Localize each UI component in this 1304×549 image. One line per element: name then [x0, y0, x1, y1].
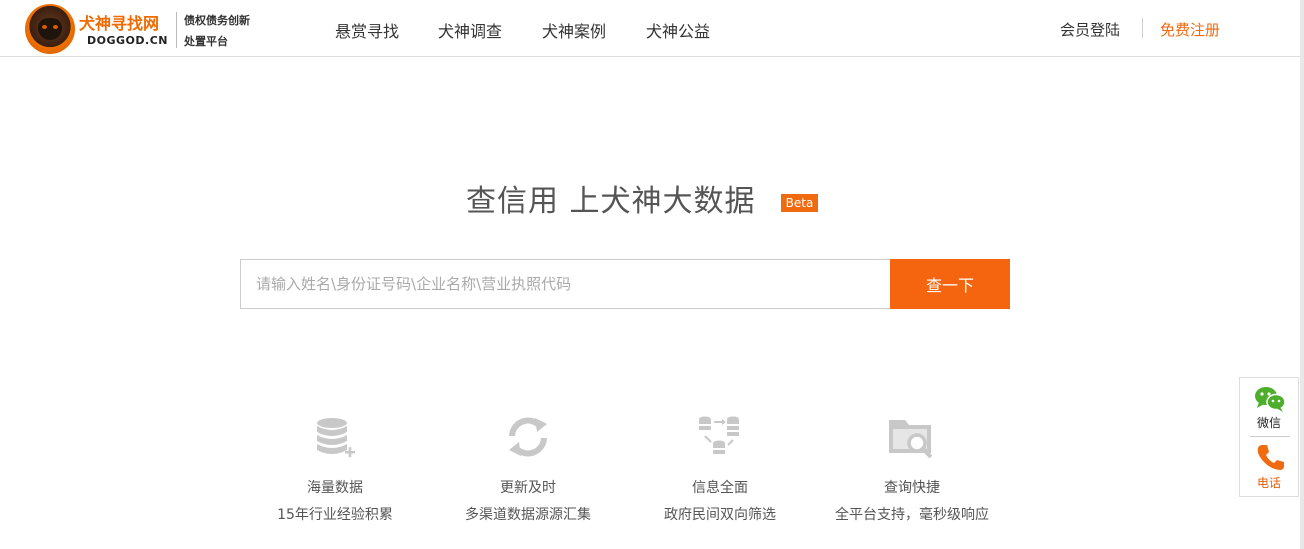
feature-timely-update: 更新及时 多渠道数据源源汇集: [428, 410, 628, 524]
database-add-icon: [317, 418, 355, 458]
brand-slogan-line1: 债权债务创新: [184, 14, 250, 27]
feature-title: 信息全面: [692, 480, 748, 496]
feature-title: 查询快捷: [884, 480, 940, 496]
nav-item-charity[interactable]: 犬神公益: [646, 18, 710, 42]
folder-search-icon: [889, 420, 933, 459]
dog-face-icon: [38, 18, 62, 40]
login-link[interactable]: 会员登陆: [1060, 19, 1120, 40]
feature-title: 更新及时: [500, 480, 556, 496]
feature-massive-data: 海量数据 15年行业经验积累: [235, 410, 435, 524]
phone-label: 电话: [1256, 476, 1281, 490]
logo-eye-left: [42, 25, 47, 29]
side-contact-widget: 微信 电话: [1239, 377, 1299, 497]
site-logo[interactable]: [25, 4, 75, 54]
hero-headline: 查信用 上犬神大数据: [466, 184, 756, 219]
wechat-icon: [1255, 387, 1286, 412]
feature-desc: 15年行业经验积累: [277, 507, 393, 523]
feature-comprehensive-info: 信息全面 政府民间双向筛选: [620, 410, 820, 524]
phone-icon: [1257, 445, 1284, 470]
register-link[interactable]: 免费注册: [1160, 19, 1220, 40]
feature-desc: 政府民间双向筛选: [664, 507, 776, 523]
wechat-label: 微信: [1256, 416, 1281, 430]
wechat-button[interactable]: 微信: [1240, 378, 1298, 436]
brand-domain: DOGGOD.CN: [87, 34, 168, 47]
feature-desc: 全平台支持，毫秒级响应: [835, 507, 989, 523]
logo-eye-right: [53, 25, 58, 29]
nav-item-investigation[interactable]: 犬神调查: [438, 18, 502, 42]
phone-button[interactable]: 电话: [1240, 438, 1298, 496]
feature-desc: 多渠道数据源源汇集: [465, 507, 591, 523]
search-input[interactable]: [240, 259, 891, 309]
beta-badge: Beta: [781, 194, 818, 212]
feature-title: 海量数据: [307, 480, 363, 496]
brand-slogan-line2: 处置平台: [184, 35, 228, 48]
brand-divider: [176, 12, 177, 48]
page-scrollbar[interactable]: [1300, 0, 1304, 549]
data-exchange-icon: [699, 416, 739, 454]
top-header: 犬神寻找网 DOGGOD.CN 债权债务创新 处置平台 悬赏寻找 犬神调查 犬神…: [0, 0, 1300, 57]
brand-name[interactable]: 犬神寻找网: [79, 10, 159, 34]
auth-divider: [1142, 18, 1143, 38]
side-divider: [1250, 436, 1290, 437]
search-button[interactable]: 查一下: [890, 259, 1010, 309]
feature-fast-query: 查询快捷 全平台支持，毫秒级响应: [812, 410, 1012, 524]
refresh-icon: [509, 417, 547, 457]
nav-item-cases[interactable]: 犬神案例: [542, 18, 606, 42]
nav-item-reward-search[interactable]: 悬赏寻找: [335, 18, 399, 42]
